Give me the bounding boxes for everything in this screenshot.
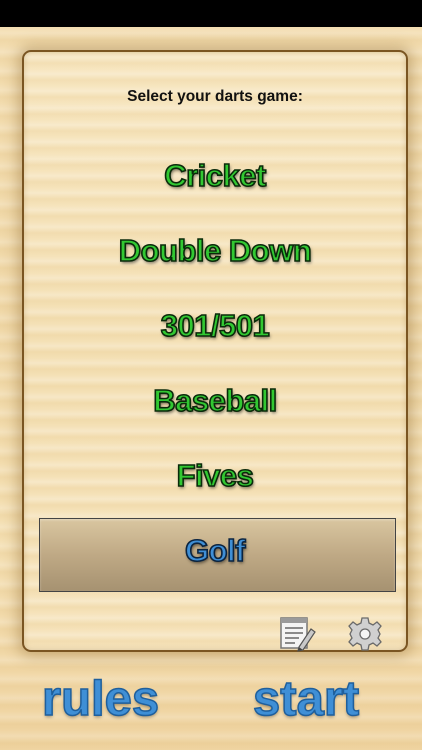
rules-button[interactable]: rules bbox=[41, 674, 160, 725]
game-option-301-501[interactable]: 301/501 bbox=[24, 307, 406, 344]
app-screen: Select your darts game: Cricket Double D… bbox=[0, 27, 422, 750]
panel-title: Select your darts game: bbox=[127, 88, 303, 105]
game-option-cricket[interactable]: Cricket bbox=[24, 157, 406, 194]
game-selection-panel: Select your darts game: Cricket Double D… bbox=[22, 50, 408, 652]
gear-icon[interactable] bbox=[345, 614, 385, 654]
game-option-golf[interactable]: Golf bbox=[24, 532, 406, 569]
game-option-fives[interactable]: Fives bbox=[24, 457, 406, 494]
game-option-baseball[interactable]: Baseball bbox=[24, 382, 406, 419]
game-option-double-down[interactable]: Double Down bbox=[24, 232, 406, 269]
status-bar bbox=[0, 0, 422, 27]
notes-edit-icon[interactable] bbox=[277, 614, 317, 654]
start-button[interactable]: start bbox=[252, 674, 360, 725]
